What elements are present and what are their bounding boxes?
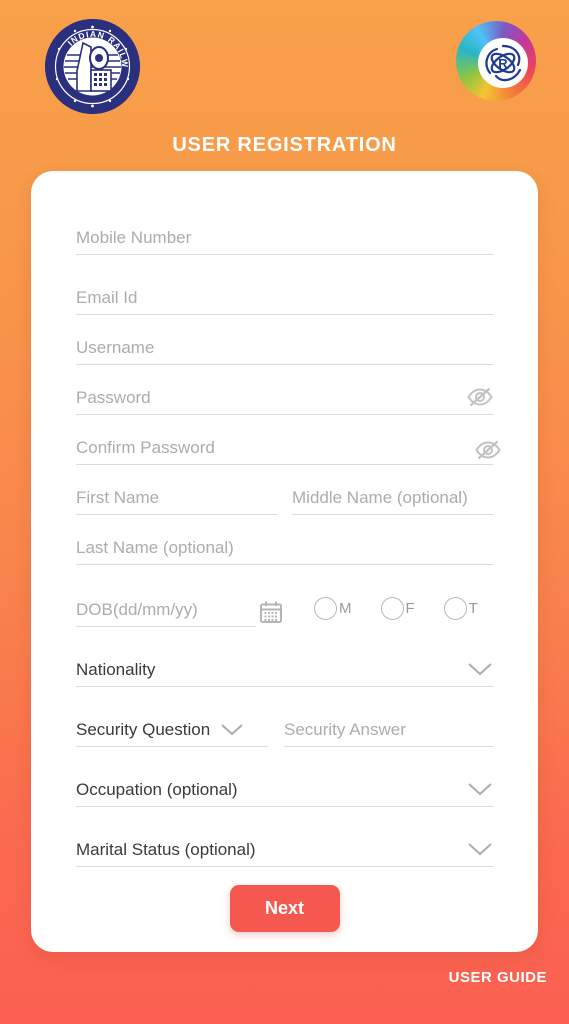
email-field[interactable]: Email Id <box>76 255 493 315</box>
gender-option-m[interactable]: M <box>314 597 352 620</box>
last-name-placeholder: Last Name (optional) <box>76 538 234 557</box>
eye-off-icon[interactable] <box>467 387 493 407</box>
confirm-password-field[interactable]: Confirm Password <box>76 415 501 465</box>
mobile-number-placeholder: Mobile Number <box>76 228 192 247</box>
chevron-down-icon[interactable] <box>467 662 493 676</box>
middle-name-placeholder: Middle Name (optional) <box>292 488 468 507</box>
page-title: USER REGISTRATION <box>172 134 397 156</box>
irctc-logo: R <box>456 21 536 101</box>
dob-field[interactable]: DOB(dd/mm/yy) <box>76 600 282 627</box>
calendar-icon[interactable] <box>259 600 283 624</box>
first-name-field[interactable]: First Name <box>76 465 277 515</box>
chevron-down-icon[interactable] <box>467 842 493 856</box>
marital-status-select[interactable]: Marital Status (optional) <box>76 807 493 867</box>
gender-label-f: F <box>405 600 415 617</box>
radio-icon[interactable] <box>443 597 467 620</box>
user-guide-link[interactable]: USER GUIDE <box>449 969 547 986</box>
page-header: INDIAN RAILWAYS R USER REGISTRATION <box>0 0 569 171</box>
nationality-value: Nationality <box>76 660 156 679</box>
nationality-select[interactable]: Nationality <box>76 627 493 687</box>
dob-placeholder: DOB(dd/mm/yy) <box>76 600 198 619</box>
eye-off-icon[interactable] <box>475 440 501 460</box>
dob-gender-row: DOB(dd/mm/yy) M F T <box>76 565 493 627</box>
name-row: First Name Middle Name (optional) <box>76 465 493 515</box>
username-field[interactable]: Username <box>76 315 493 365</box>
radio-icon[interactable] <box>380 597 404 620</box>
middle-name-field[interactable]: Middle Name (optional) <box>292 465 493 515</box>
chevron-down-icon[interactable] <box>467 782 493 796</box>
chevron-down-icon[interactable] <box>220 723 244 736</box>
gender-option-f[interactable]: F <box>380 597 415 620</box>
irctc-logo-swirl: R <box>485 44 522 82</box>
gender-option-t[interactable]: T <box>443 597 478 620</box>
gender-label-t: T <box>468 600 478 617</box>
security-answer-field[interactable]: Security Answer <box>284 720 493 747</box>
security-question-value: Security Question <box>76 720 211 739</box>
email-placeholder: Email Id <box>76 288 138 307</box>
password-placeholder: Password <box>76 388 151 407</box>
indian-railways-logo-art: INDIAN RAILWAYS <box>45 19 140 114</box>
last-name-field[interactable]: Last Name (optional) <box>76 515 493 565</box>
security-question-select[interactable]: Security Question <box>76 720 268 747</box>
gender-label-m: M <box>339 600 352 617</box>
submit-row: Next <box>76 885 493 932</box>
confirm-password-placeholder: Confirm Password <box>76 438 215 457</box>
mobile-number-field[interactable]: Mobile Number <box>76 195 493 255</box>
next-button[interactable]: Next <box>229 885 340 932</box>
security-answer-placeholder: Security Answer <box>284 720 406 739</box>
first-name-placeholder: First Name <box>76 488 160 507</box>
registration-form-card: Mobile Number Email Id Username Password… <box>31 171 538 952</box>
occupation-select[interactable]: Occupation (optional) <box>76 747 493 807</box>
radio-icon[interactable] <box>314 597 337 620</box>
svg-text:R: R <box>498 56 508 71</box>
marital-status-value: Marital Status (optional) <box>76 840 256 859</box>
occupation-value: Occupation (optional) <box>76 780 238 799</box>
indian-railways-logo: INDIAN RAILWAYS <box>45 19 140 114</box>
password-field[interactable]: Password <box>76 365 493 415</box>
security-row: Security Question Security Answer <box>76 687 493 747</box>
gender-radio-group: M F T <box>314 597 478 627</box>
username-placeholder: Username <box>76 338 155 357</box>
